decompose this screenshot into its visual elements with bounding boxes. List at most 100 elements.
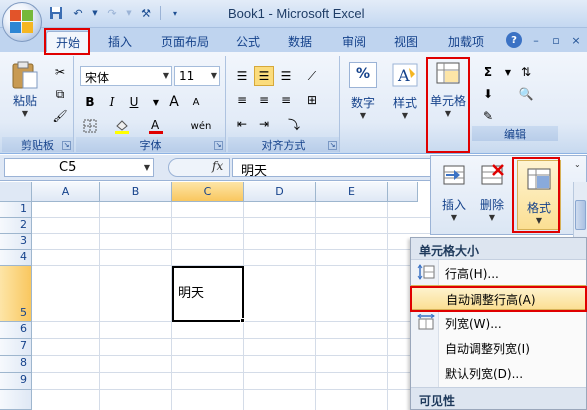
autosum-dropdown-icon[interactable]: ▼ bbox=[498, 62, 518, 82]
align-center-icon[interactable]: ≡ bbox=[254, 90, 274, 110]
menu-item-column-width[interactable]: 列宽(W)... bbox=[411, 310, 586, 335]
align-right-icon[interactable]: ≡ bbox=[276, 90, 296, 110]
tab-data[interactable]: 数据 bbox=[280, 31, 320, 52]
menu-item-default-width[interactable]: 默认列宽(D)... bbox=[411, 360, 586, 385]
column-header-f[interactable] bbox=[388, 182, 418, 202]
find-select-icon[interactable]: 🔍 bbox=[516, 84, 536, 104]
italic-button[interactable]: I bbox=[102, 92, 122, 112]
borders-icon[interactable] bbox=[80, 116, 100, 136]
formula-input[interactable]: 明天 bbox=[232, 158, 432, 179]
tab-insert[interactable]: 插入 bbox=[100, 31, 140, 52]
row-header-4[interactable]: 4 bbox=[0, 250, 32, 266]
restore-icon[interactable]: ▫ bbox=[548, 32, 564, 48]
format-dropdown-icon: ▼ bbox=[535, 216, 543, 225]
row-header-7[interactable]: 7 bbox=[0, 339, 32, 356]
number-button[interactable]: % 数字 ▼ bbox=[346, 62, 380, 120]
cells-dropdown-panel: 插入 ▼ 删除 ▼ 格式 ▼ ⌄ bbox=[430, 155, 587, 235]
fill-handle[interactable] bbox=[240, 318, 245, 323]
undo-icon[interactable]: ↶ bbox=[70, 6, 86, 20]
row-header-3[interactable]: 3 bbox=[0, 234, 32, 250]
font-size-combo[interactable]: 11 ▼ bbox=[174, 66, 220, 86]
select-all-corner[interactable] bbox=[0, 182, 32, 202]
scroll-thumb[interactable] bbox=[575, 200, 586, 230]
increase-indent-icon[interactable]: ⇥ bbox=[254, 114, 274, 134]
align-bottom-icon[interactable]: ☰ bbox=[276, 66, 296, 86]
undo-dropdown-icon[interactable]: ▼ bbox=[92, 6, 98, 20]
vertical-scrollbar[interactable] bbox=[573, 182, 587, 238]
format-cells-button[interactable]: 格式 ▼ bbox=[517, 160, 561, 230]
insert-cells-button[interactable]: 插入 ▼ bbox=[437, 162, 471, 222]
fill-color-icon[interactable] bbox=[112, 116, 132, 136]
autosum-button[interactable]: Σ bbox=[478, 62, 498, 82]
tab-home[interactable]: 开始 bbox=[46, 31, 90, 52]
align-left-icon[interactable]: ≡ bbox=[232, 90, 252, 110]
font-color-icon[interactable]: A bbox=[146, 116, 166, 136]
window-title: Book1 - Microsoft Excel bbox=[228, 6, 365, 21]
cut-icon[interactable]: ✂ bbox=[50, 62, 70, 82]
font-name-combo[interactable]: 宋体 ▼ bbox=[80, 66, 172, 86]
alignment-launcher-icon[interactable]: ↘ bbox=[328, 141, 337, 150]
styles-group: A 样式 ▼ bbox=[386, 56, 424, 152]
menu-item-autofit-column-width[interactable]: 自动调整列宽(I) bbox=[411, 335, 586, 360]
shrink-font-button[interactable]: A bbox=[186, 92, 206, 112]
customize-icon[interactable]: ▾ bbox=[167, 6, 183, 20]
align-top-icon[interactable]: ☰ bbox=[232, 66, 252, 86]
help-icon[interactable]: ? bbox=[506, 32, 522, 48]
tools-icon[interactable]: ⚒ bbox=[138, 6, 154, 20]
column-header-b[interactable]: B bbox=[100, 182, 172, 202]
panel-expand-icon[interactable]: ⌄ bbox=[574, 160, 584, 172]
row-header-2[interactable]: 2 bbox=[0, 218, 32, 234]
row-header-10[interactable] bbox=[0, 390, 32, 410]
menu-section-cell-size: 单元格大小 bbox=[411, 238, 586, 260]
tab-addins[interactable]: 加载项 bbox=[438, 31, 494, 52]
fill-icon[interactable]: ⬇ bbox=[478, 84, 498, 104]
tab-view[interactable]: 视图 bbox=[386, 31, 426, 52]
underline-button[interactable]: U bbox=[124, 92, 144, 112]
ribbon-tabs: 开始 插入 页面布局 公式 数据 审阅 视图 加载项 ? – ▫ × bbox=[0, 28, 587, 52]
close-icon[interactable]: × bbox=[568, 32, 584, 48]
sort-filter-icon[interactable]: ⇅ bbox=[516, 62, 536, 82]
align-middle-icon[interactable]: ☰ bbox=[254, 66, 274, 86]
styles-button[interactable]: A 样式 ▼ bbox=[388, 62, 422, 120]
row-header-1[interactable]: 1 bbox=[0, 202, 32, 218]
row-header-9[interactable]: 9 bbox=[0, 373, 32, 390]
tab-review[interactable]: 审阅 bbox=[334, 31, 374, 52]
bold-button[interactable]: B bbox=[80, 92, 100, 112]
font-launcher-icon[interactable]: ↘ bbox=[214, 141, 223, 150]
wrap-text-icon[interactable]: ⤵ bbox=[280, 114, 308, 134]
underline-dropdown-icon[interactable]: ▼ bbox=[146, 92, 166, 112]
format-painter-icon[interactable]: 🖌 bbox=[50, 106, 70, 126]
delete-cells-button[interactable]: 删除 ▼ bbox=[475, 162, 509, 222]
save-icon[interactable] bbox=[48, 6, 64, 20]
row-header-5[interactable]: 5 bbox=[0, 266, 32, 322]
clipboard-launcher-icon[interactable]: ↘ bbox=[62, 141, 71, 150]
office-button[interactable] bbox=[2, 2, 42, 42]
grow-font-button[interactable]: A bbox=[164, 92, 184, 112]
paste-button[interactable]: 粘贴 ▼ bbox=[4, 60, 46, 118]
orientation-icon[interactable]: ⟋ bbox=[302, 66, 322, 86]
decrease-indent-icon[interactable]: ⇤ bbox=[232, 114, 252, 134]
column-header-c[interactable]: C bbox=[172, 182, 244, 202]
phonetic-guide-button[interactable]: wén bbox=[184, 116, 218, 136]
cells-button[interactable]: 单元格 ▼ bbox=[428, 60, 468, 118]
merge-center-icon[interactable]: ⊞ bbox=[302, 90, 322, 110]
font-group: 宋体 ▼ 11 ▼ B I U ▼ A A A wén 字体 ↘ bbox=[76, 56, 226, 152]
row-header-6[interactable]: 6 bbox=[0, 322, 32, 339]
name-box[interactable]: C5 ▼ bbox=[4, 158, 154, 177]
column-header-d[interactable]: D bbox=[244, 182, 316, 202]
tab-page-layout[interactable]: 页面布局 bbox=[150, 31, 220, 52]
menu-item-column-width-label: 列宽(W)... bbox=[445, 317, 502, 331]
insert-function-icon[interactable]: fx bbox=[212, 159, 223, 173]
clear-icon[interactable]: ✎ bbox=[478, 106, 498, 126]
minimize-icon[interactable]: – bbox=[528, 32, 544, 48]
active-cell-c5[interactable]: 明天 bbox=[172, 266, 244, 322]
copy-icon[interactable]: ⧉ bbox=[50, 84, 70, 104]
menu-item-autofit-row-height[interactable]: 自动调整行高(A) bbox=[411, 285, 586, 310]
menu-item-row-height[interactable]: 行高(H)... bbox=[411, 260, 586, 285]
redo-icon[interactable]: ↷ bbox=[104, 6, 120, 20]
column-header-a[interactable]: A bbox=[32, 182, 100, 202]
column-header-e[interactable]: E bbox=[316, 182, 388, 202]
redo-dropdown-icon[interactable]: ▼ bbox=[126, 6, 132, 20]
row-header-8[interactable]: 8 bbox=[0, 356, 32, 373]
tab-formulas[interactable]: 公式 bbox=[228, 31, 268, 52]
